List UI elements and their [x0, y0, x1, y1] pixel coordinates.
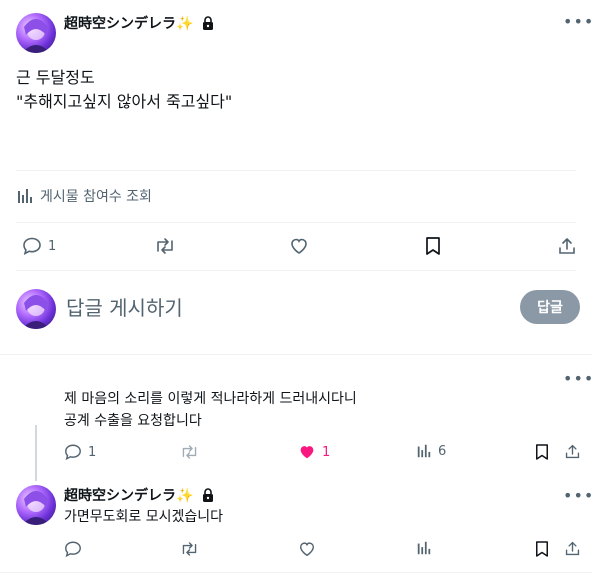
heart-icon — [298, 540, 316, 558]
divider — [16, 170, 576, 171]
reply-submit-button[interactable]: 답글 — [520, 290, 580, 324]
share-icon — [564, 443, 581, 460]
bookmark-icon — [535, 443, 549, 461]
bookmark-icon — [535, 540, 549, 558]
reply-input[interactable]: 답글 게시하기 — [66, 292, 183, 321]
views-label: 게시물 참여수 조회 — [40, 189, 152, 205]
sparkle-icon: ✨ — [176, 488, 194, 504]
analytics-icon — [416, 540, 432, 556]
reply-1-views-button[interactable]: 6 — [416, 443, 446, 459]
reply-more-options-icon[interactable]: ••• — [563, 371, 592, 387]
reply-count: 1 — [48, 238, 57, 254]
author-name-text: 超時空シンデレラ — [64, 488, 176, 504]
reply-2-reply-button[interactable] — [64, 540, 82, 558]
post-text: 근 두달정도 "추해지고싶지 않아서 죽고싶다" — [16, 66, 232, 114]
divider — [0, 354, 592, 355]
more-options-icon[interactable]: ••• — [563, 14, 592, 30]
thread-line — [35, 425, 37, 481]
share-icon — [557, 236, 577, 256]
reply-2-views-button[interactable] — [416, 540, 432, 556]
divider — [0, 572, 592, 573]
bookmark-icon — [425, 236, 441, 256]
reply-2-share-button[interactable] — [564, 540, 581, 557]
reply-2-repost-button[interactable] — [180, 540, 199, 558]
reply-icon — [22, 236, 42, 256]
post-line: "추해지고싶지 않아서 죽고싶다" — [16, 92, 233, 111]
repost-icon — [180, 443, 199, 461]
share-icon — [564, 540, 581, 557]
bookmark-button[interactable] — [425, 236, 441, 256]
reply-line: 제 마음의 소리를 이렇게 적나라하게 드러내시다니 — [64, 391, 357, 407]
reply-1-share-button[interactable] — [564, 443, 581, 460]
reply-2-author-name[interactable]: 超時空シンデレラ✨ — [64, 485, 214, 506]
reply-text: 제 마음의 소리를 이렇게 적나라하게 드러내시다니 공계 수출을 요청합니다 — [64, 388, 357, 432]
reply-2-more-options-icon[interactable]: ••• — [563, 488, 592, 504]
repost-button[interactable] — [154, 236, 176, 256]
reply-2-like-button[interactable] — [298, 540, 316, 558]
reply-1-like-button[interactable]: 1 — [298, 443, 330, 461]
analytics-icon — [416, 443, 432, 459]
like-count: 1 — [322, 444, 331, 460]
repost-icon — [180, 540, 199, 558]
reply-1-repost-button[interactable] — [180, 443, 199, 461]
author-name[interactable]: 超時空シンデレラ✨ — [64, 13, 214, 34]
divider — [16, 222, 576, 223]
post-line: 근 두달정도 — [16, 68, 95, 87]
view-count: 6 — [438, 443, 447, 459]
reply-2-text: 가면무도회로 모시겠습니다 — [64, 509, 224, 525]
reply-1-bookmark-button[interactable] — [535, 443, 549, 461]
heart-icon — [289, 236, 309, 256]
share-button[interactable] — [557, 236, 577, 256]
like-button[interactable] — [289, 236, 309, 256]
reply-icon — [64, 443, 82, 461]
reply-1-reply-button[interactable]: 1 — [64, 443, 96, 461]
heart-filled-icon — [298, 443, 316, 461]
reply-button[interactable]: 1 — [22, 236, 56, 256]
reply-count: 1 — [88, 444, 97, 460]
post-engagements-link[interactable]: 게시물 참여수 조회 — [16, 186, 152, 206]
reply-icon — [64, 540, 82, 558]
reply-2-avatar[interactable] — [16, 485, 56, 525]
reply-line: 공계 수출을 요청합니다 — [64, 413, 202, 429]
sparkle-icon: ✨ — [176, 16, 194, 32]
composer-avatar[interactable] — [16, 289, 56, 329]
author-avatar[interactable] — [16, 13, 56, 53]
reply-2-bookmark-button[interactable] — [535, 540, 549, 558]
analytics-icon — [16, 187, 34, 205]
divider — [16, 270, 576, 271]
author-name-text: 超時空シンデレラ — [64, 16, 176, 32]
repost-icon — [154, 236, 176, 256]
lock-icon — [202, 488, 214, 506]
lock-icon — [202, 16, 214, 34]
